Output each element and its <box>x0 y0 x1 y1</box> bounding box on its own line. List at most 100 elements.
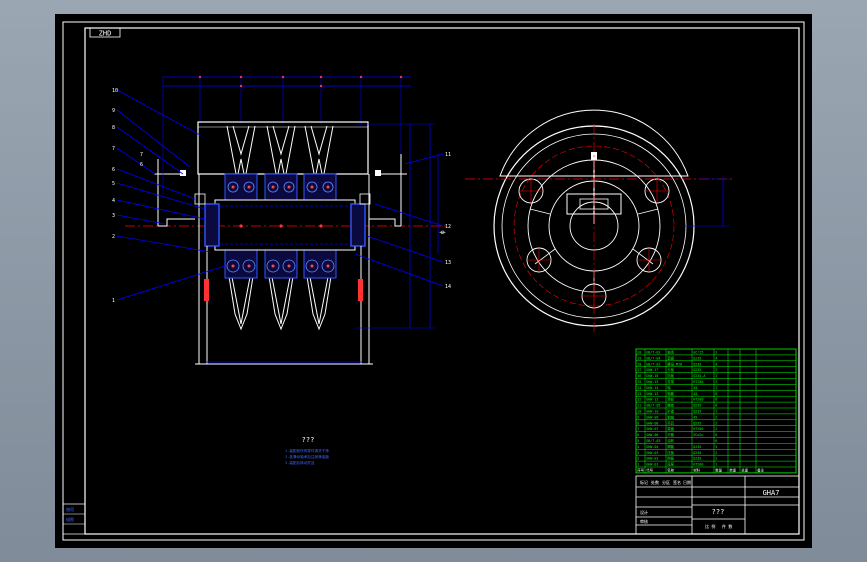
drawing-name: ??? <box>712 508 725 516</box>
bom-cell: Q235 <box>693 410 701 414</box>
bom-cell: 4 <box>637 445 639 449</box>
bom-cell: 挡板 <box>667 373 674 378</box>
bom-cell: 端盖 <box>667 426 674 431</box>
hook-note-1: 7 <box>140 152 143 158</box>
bom-cell: 5 <box>637 439 639 443</box>
bom-cell: 12 <box>637 398 641 402</box>
bom-cell: Q235 <box>693 457 701 461</box>
bom-cell: 45 <box>693 392 697 396</box>
bom-cell: 2 <box>715 380 717 384</box>
review-label: 审核 <box>640 518 648 524</box>
svg-text:10: 10 <box>112 88 118 94</box>
bom-cell: GHW-09 <box>646 415 658 419</box>
drawing-number: GHA7 <box>763 489 780 497</box>
bom-cell: Q235 <box>693 451 701 455</box>
bom-cell: 2 <box>715 451 717 455</box>
bom-cell: Q235 <box>693 421 701 425</box>
bom-cell: 2 <box>715 427 717 431</box>
bom-cell: GHW-13 <box>646 392 658 396</box>
bom-cell: 20 <box>637 351 641 355</box>
bom-cell: 压板 <box>667 450 674 455</box>
callout-numbers-left: 10 9 8 7 6 5 4 3 2 1 <box>112 88 118 304</box>
svg-text:5: 5 <box>112 181 115 187</box>
bom-cell: 6 <box>715 392 717 396</box>
bom-cell: 轴套 <box>667 391 674 396</box>
technical-notes: 1.装配前所有零件清洗干净 2.各滑动轴承加注润滑油脂 3.装配后转动灵活 <box>285 448 329 465</box>
bom-cell: 2 <box>715 351 717 355</box>
svg-text:1: 1 <box>112 298 115 304</box>
bom-cell: GHW-10 <box>646 410 658 414</box>
bom-cell: GHW-17 <box>646 368 658 372</box>
bom-cell: Q235 <box>693 356 701 360</box>
bom-cell: 吊耳 <box>667 421 674 425</box>
bom-cell: 13 <box>637 392 641 396</box>
bom-cell: 2 <box>715 368 717 372</box>
bom-cell: GB/T-04 <box>646 356 660 360</box>
bom-cell: 4 <box>715 362 717 366</box>
bom-cell: GHW-04 <box>646 445 658 449</box>
bom-header-cell: 代号 <box>646 468 653 473</box>
svg-text:8: 8 <box>112 125 115 131</box>
svg-text:13: 13 <box>445 260 451 266</box>
bom-header-cell: 名称 <box>667 468 674 473</box>
bom-cell: GHW-14 <box>646 386 658 390</box>
bom-cell: Q235 <box>693 445 701 449</box>
bom-cell: 1 <box>715 386 717 390</box>
bom-cell: 2 <box>637 457 639 461</box>
svg-text:分区: 分区 <box>662 479 670 485</box>
bom-cell: 7 <box>637 427 639 431</box>
bom-cell: 15 <box>637 380 641 384</box>
bom-cell: GB/T-05 <box>646 404 660 408</box>
bom-cell: 10 <box>637 410 641 414</box>
bom-header-cell: 单重 <box>729 468 736 473</box>
bom-header-cell: 材料 <box>693 468 700 473</box>
notes-title: ??? <box>302 436 315 444</box>
bom-cell: 轴承 <box>667 350 674 355</box>
bom-cell: GB/T-01 <box>646 362 660 366</box>
bom-header-cell: 序号 <box>637 468 644 473</box>
bom-cell: GHW-01 <box>646 463 658 467</box>
bom-cell: 轴 <box>667 385 671 390</box>
bom-cell: 17 <box>637 368 641 372</box>
bom-cell: 油杯 <box>667 438 674 443</box>
bom-cell: 1 <box>715 410 717 414</box>
svg-text:处数: 处数 <box>651 479 659 485</box>
bom-cell: 2 <box>715 421 717 425</box>
scale-label: 比 例 <box>705 523 715 529</box>
svg-text:9: 9 <box>112 108 115 114</box>
bom-cell: 6 <box>637 433 639 437</box>
bom-cell: GHW-06 <box>646 433 658 437</box>
bom-cell: 9 <box>637 415 639 419</box>
svg-text:标记: 标记 <box>640 479 648 485</box>
bom-header-cell: 数量 <box>715 468 722 473</box>
bom-cell: GCr15 <box>693 351 703 355</box>
svg-text:2: 2 <box>112 234 115 240</box>
bom-cell: GHW-07 <box>646 427 658 431</box>
callout-numbers-right: 11 12 13 14 <box>445 152 451 290</box>
bom-cell: 卡板 <box>667 367 674 372</box>
bom-cell: 护罩 <box>667 409 674 414</box>
svg-text:描图: 描图 <box>66 516 74 522</box>
svg-text:日期: 日期 <box>683 479 691 485</box>
bom-cell: 螺母 M16 <box>667 361 682 366</box>
bom-cell: HT200 <box>693 463 703 467</box>
svg-text:6: 6 <box>112 167 115 173</box>
design-label: 设计 <box>640 509 648 515</box>
bom-cell: 19 <box>637 356 641 360</box>
bom-cell: 8 <box>637 421 639 425</box>
svg-text:14: 14 <box>445 284 451 290</box>
front-view: ф <box>125 75 450 365</box>
svg-text:4: 4 <box>112 198 115 204</box>
bom-cell: Q235 <box>693 404 701 408</box>
cad-drawing: ZHD ф 10 9 8 7 6 5 4 3 2 1 7 6 11 12 13 … <box>62 21 805 541</box>
drawing-sheet: ZHD ф 10 9 8 7 6 5 4 3 2 1 7 6 11 12 13 … <box>55 14 812 548</box>
bom-cell: Q235 <box>693 368 701 372</box>
bom-cell: GHW-02 <box>646 457 658 461</box>
cad-viewport[interactable]: ZHD ф 10 9 8 7 6 5 4 3 2 1 7 6 11 12 13 … <box>0 0 867 562</box>
sheet-tag: ZHD <box>99 30 112 38</box>
svg-text:3.装配后转动灵活: 3.装配后转动灵活 <box>285 460 315 465</box>
bom-cell: GHW-08 <box>646 421 658 425</box>
svg-text:借用: 借用 <box>66 506 74 512</box>
bom-cell: 螺栓 <box>667 403 674 408</box>
bom-table: 20 GB/T-02 轴承 GCr15 219 GB/T-04 垫圈 Q235 418 GB/T-… <box>635 348 797 474</box>
